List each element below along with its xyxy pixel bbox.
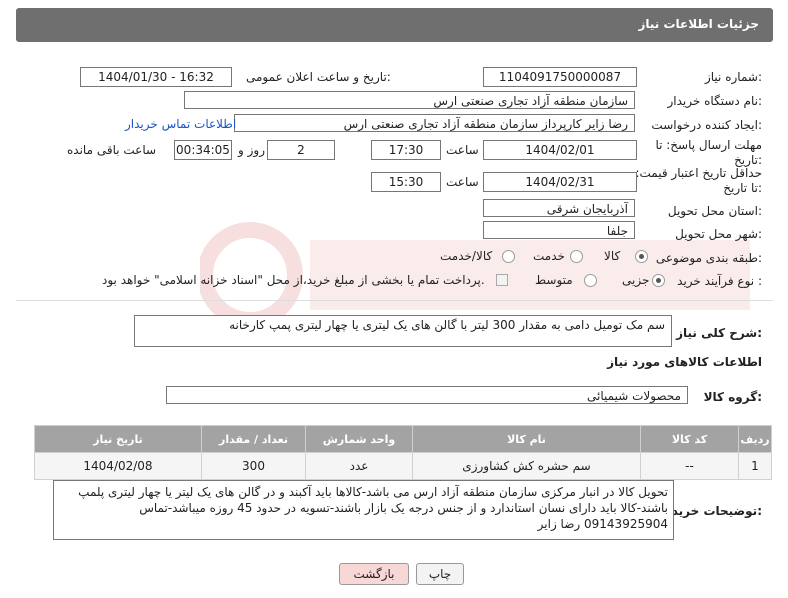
announce-label: تاریخ و ساعت اعلان عمومی: [246, 70, 391, 84]
description-label: شرح کلی نیاز: [676, 326, 762, 340]
category-both-label: کالا/خدمت [440, 249, 493, 263]
buyer-org-field: سازمان منطقه آزاد تجاری صنعتی ارس [184, 91, 635, 109]
col-row: ردیف [738, 425, 772, 453]
treasury-payment-checkbox[interactable] [496, 274, 508, 286]
category-goods-radio[interactable] [635, 250, 648, 263]
province-label: استان محل تحویل: [667, 204, 762, 218]
city-field: جلفا [483, 221, 635, 239]
reply-time-field: 17:30 [371, 140, 441, 160]
price-date-field: 1404/02/31 [483, 172, 637, 192]
category-both-radio[interactable] [502, 250, 515, 263]
city-label: شهر محل تحویل: [675, 227, 762, 241]
need-number-label: شماره نیاز: [704, 70, 762, 84]
category-service-radio[interactable] [570, 250, 583, 263]
reply-time-label: ساعت [446, 143, 479, 157]
price-time-label: ساعت [446, 175, 479, 189]
goods-section-title: اطلاعات کالاهای مورد نیاز [607, 355, 762, 369]
goods-group-field: محصولات شیمیائی [166, 386, 688, 404]
divider [16, 300, 773, 301]
col-qty: تعداد / مقدار [201, 425, 306, 453]
price-time-field: 15:30 [371, 172, 441, 192]
announce-date-field: 1404/01/30 - 16:32 [80, 67, 232, 87]
table-row[interactable]: 1 -- سم حشره کش کشاورزی عدد 300 1404/02/… [34, 452, 772, 480]
buyer-contact-link[interactable]: اطلاعات تماس خریدار [125, 117, 236, 131]
creator-field: رضا زایر کارپرداز سازمان منطقه آزاد تجار… [234, 114, 635, 132]
col-unit: واحد شمارش [305, 425, 413, 453]
table-header-row: ردیف کد کالا نام کالا واحد شمارش تعداد /… [34, 425, 772, 453]
cell-name: سم حشره کش کشاورزی [412, 452, 641, 480]
goods-table: ردیف کد کالا نام کالا واحد شمارش تعداد /… [34, 425, 772, 480]
purchase-minor-label: جزیی [622, 273, 650, 287]
back-button[interactable]: بازگشت [339, 563, 409, 585]
reply-deadline-label: مهلت ارسال پاسخ: تا تاریخ: [655, 138, 762, 167]
category-goods-label: کالا [604, 249, 621, 263]
purchase-medium-label: متوسط [535, 273, 573, 287]
purchase-minor-radio[interactable] [652, 274, 665, 287]
panel-header: جزئیات اطلاعات نیاز [16, 8, 773, 42]
days-field: 2 [267, 140, 335, 160]
col-code: کد کالا [640, 425, 739, 453]
days-label: روز و [238, 143, 265, 157]
goods-group-label: گروه کالا: [703, 390, 762, 404]
buyer-notes-field[interactable]: تحویل کالا در انبار مرکزی سازمان منطقه آ… [53, 480, 674, 540]
description-field[interactable]: سم مک تومیل دامی به مقدار 300 لیتر با گا… [134, 315, 672, 347]
purchase-type-label: نوع فرآیند خرید : [677, 274, 762, 288]
cell-unit: عدد [305, 452, 413, 480]
reply-date-field: 1404/02/01 [483, 140, 637, 160]
category-service-label: خدمت [533, 249, 565, 263]
purchase-medium-radio[interactable] [584, 274, 597, 287]
cell-row: 1 [738, 452, 772, 480]
creator-label: ایجاد کننده درخواست: [651, 118, 762, 132]
print-button[interactable]: چاپ [416, 563, 464, 585]
cell-qty: 300 [201, 452, 306, 480]
cell-code: -- [640, 452, 739, 480]
buyer-notes-label: توضیحات خریدار: [660, 504, 762, 518]
need-number-field: 1104091750000087 [483, 67, 637, 87]
cell-date: 1404/02/08 [34, 452, 202, 480]
price-validity-label: حداقل تاریخ اعتبار قیمت: تا تاریخ: [635, 166, 762, 195]
province-field: آذربایجان شرقی [483, 199, 635, 217]
col-date: تاریخ نیاز [34, 425, 202, 453]
buyer-org-label: نام دستگاه خریدار: [667, 94, 763, 108]
remaining-time-field: 00:34:05 [174, 140, 232, 160]
payment-note: پرداخت تمام یا بخشی از مبلغ خرید،از محل … [102, 273, 485, 287]
col-name: نام کالا [412, 425, 641, 453]
remaining-label: ساعت باقی مانده [67, 143, 157, 157]
category-label: طبقه بندی موضوعی: [655, 251, 762, 265]
page-title: جزئیات اطلاعات نیاز [638, 17, 759, 31]
